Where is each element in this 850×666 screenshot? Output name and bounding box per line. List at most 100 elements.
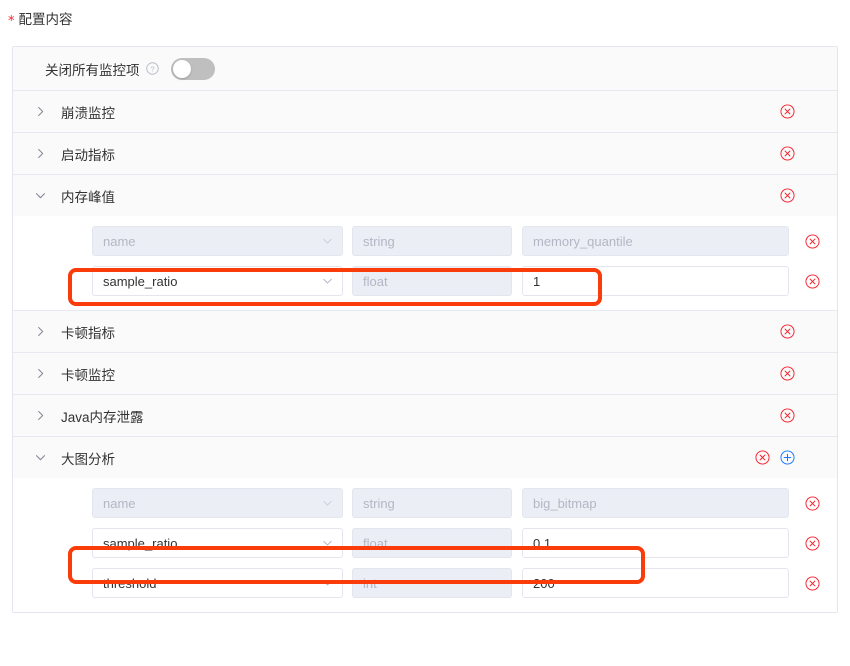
config-form-page: * 配置内容 关闭所有监控项 ? 崩溃监控启动指标内存峰值 name string me… — [0, 0, 850, 666]
param-row-delete-button[interactable] — [805, 273, 820, 289]
panel-title: 内存峰值 — [61, 189, 115, 205]
toggle-all-monitors-switch[interactable] — [170, 57, 215, 80]
config-collapse-container: 关闭所有监控项 ? 崩溃监控启动指标内存峰值 name string memory_q… — [12, 46, 838, 613]
param-name-value: sample_ratio — [103, 535, 178, 551]
param-name-select: name — [92, 488, 343, 518]
panel-2: 启动指标 — [13, 133, 837, 175]
param-name-select: name — [92, 226, 343, 256]
panel-delete-button[interactable] — [780, 188, 795, 203]
param-name-select[interactable]: threshold — [92, 568, 343, 598]
panel-title: Java内存泄露 — [61, 409, 144, 425]
chevron-down-icon — [322, 578, 333, 589]
panel-add-param-button[interactable] — [780, 450, 795, 465]
panel-title: 卡顿指标 — [61, 325, 115, 341]
param-row-delete-button[interactable] — [805, 233, 820, 249]
param-row-delete-button[interactable] — [805, 495, 820, 511]
param-name-value: threshold — [103, 575, 157, 591]
toggle-all-monitors-label: 关闭所有监控项 — [45, 62, 140, 78]
param-value-input: big_bitmap — [522, 488, 789, 518]
param-name-value: name — [103, 233, 136, 249]
panel-header-5[interactable]: 卡顿监控 — [13, 353, 837, 394]
param-value-input[interactable]: 0.1 — [522, 528, 789, 558]
param-type-value: int — [363, 575, 377, 591]
panel-body-7: name string big_bitmap sample_ratio float 0.1… — [13, 478, 837, 612]
panel-header-6[interactable]: Java内存泄露 — [13, 395, 837, 436]
chevron-down-icon[interactable] — [33, 451, 47, 465]
chevron-right-icon[interactable] — [33, 105, 47, 119]
chevron-right-icon[interactable] — [33, 409, 47, 423]
panel-delete-button[interactable] — [755, 450, 770, 465]
chevron-down-icon — [322, 498, 333, 509]
panel-delete-button[interactable] — [780, 104, 795, 119]
switch-knob — [172, 59, 191, 78]
param-row: name string memory_quantile — [13, 226, 837, 256]
panel-header-4[interactable]: 卡顿指标 — [13, 311, 837, 352]
param-type-field: float — [352, 266, 512, 296]
panel-header-actions — [755, 450, 795, 465]
panel-header-actions — [780, 188, 795, 203]
required-marker: * — [8, 14, 15, 29]
page-title-text: 配置内容 — [18, 12, 73, 27]
panel-header-actions — [780, 104, 795, 119]
question-circle-icon[interactable]: ? — [145, 62, 159, 75]
panel-delete-button[interactable] — [780, 146, 795, 161]
chevron-right-icon[interactable] — [33, 325, 47, 339]
param-type-field: int — [352, 568, 512, 598]
param-type-value: string — [363, 233, 395, 249]
param-type-value: float — [363, 535, 388, 551]
panel-6: Java内存泄露 — [13, 395, 837, 437]
panel-4: 卡顿指标 — [13, 311, 837, 353]
panel-title: 启动指标 — [61, 147, 115, 163]
param-row: threshold int 200 — [13, 568, 837, 598]
chevron-down-icon[interactable] — [33, 189, 47, 203]
panel-header-7[interactable]: 大图分析 — [13, 437, 837, 478]
param-type-value: string — [363, 495, 395, 511]
param-name-select[interactable]: sample_ratio — [92, 266, 343, 296]
panel-header-actions — [780, 324, 795, 339]
panel-list: 崩溃监控启动指标内存峰值 name string memory_quantilesam… — [13, 91, 837, 612]
panel-delete-button[interactable] — [780, 324, 795, 339]
panel-title: 崩溃监控 — [61, 105, 115, 121]
panel-5: 卡顿监控 — [13, 353, 837, 395]
panel-delete-button[interactable] — [780, 366, 795, 381]
param-type-field: string — [352, 488, 512, 518]
panel-header-1[interactable]: 崩溃监控 — [13, 91, 837, 132]
panel-header-actions — [780, 146, 795, 161]
param-row-delete-button[interactable] — [805, 535, 820, 551]
panel-header-3[interactable]: 内存峰值 — [13, 175, 837, 216]
param-type-field: float — [352, 528, 512, 558]
param-value-text: 200 — [533, 575, 555, 591]
svg-text:?: ? — [150, 64, 154, 73]
panel-1: 崩溃监控 — [13, 91, 837, 133]
param-value-text: big_bitmap — [533, 495, 597, 511]
param-value-text: memory_quantile — [533, 233, 633, 249]
param-name-select[interactable]: sample_ratio — [92, 528, 343, 558]
panel-title: 大图分析 — [61, 451, 115, 467]
panel-body-3: name string memory_quantile sample_ratio flo… — [13, 216, 837, 310]
panel-header-2[interactable]: 启动指标 — [13, 133, 837, 174]
param-value-input[interactable]: 200 — [522, 568, 789, 598]
param-name-value: sample_ratio — [103, 273, 178, 289]
chevron-down-icon — [322, 276, 333, 287]
param-type-value: float — [363, 273, 388, 289]
panel-header-actions — [780, 408, 795, 423]
panel-delete-button[interactable] — [780, 408, 795, 423]
param-row-delete-button[interactable] — [805, 575, 820, 591]
param-row: name string big_bitmap — [13, 488, 837, 518]
chevron-right-icon[interactable] — [33, 367, 47, 381]
param-value-text: 1 — [533, 273, 541, 289]
param-row: sample_ratio float 1 — [13, 266, 837, 296]
panel-title: 卡顿监控 — [61, 367, 115, 383]
param-value-text: 0.1 — [533, 535, 552, 551]
param-row: sample_ratio float 0.1 — [13, 528, 837, 558]
param-type-field: string — [352, 226, 512, 256]
param-value-input[interactable]: 1 — [522, 266, 789, 296]
panel-3: 内存峰值 name string memory_quantile sample_rati… — [13, 175, 837, 311]
chevron-down-icon — [322, 538, 333, 549]
chevron-right-icon[interactable] — [33, 147, 47, 161]
panel-header-actions — [780, 366, 795, 381]
toggle-all-monitors-row: 关闭所有监控项 ? — [13, 47, 837, 91]
param-value-input: memory_quantile — [522, 226, 789, 256]
panel-7: 大图分析 name string big_bitmap sample_ratio floa… — [13, 437, 837, 612]
chevron-down-icon — [322, 236, 333, 247]
